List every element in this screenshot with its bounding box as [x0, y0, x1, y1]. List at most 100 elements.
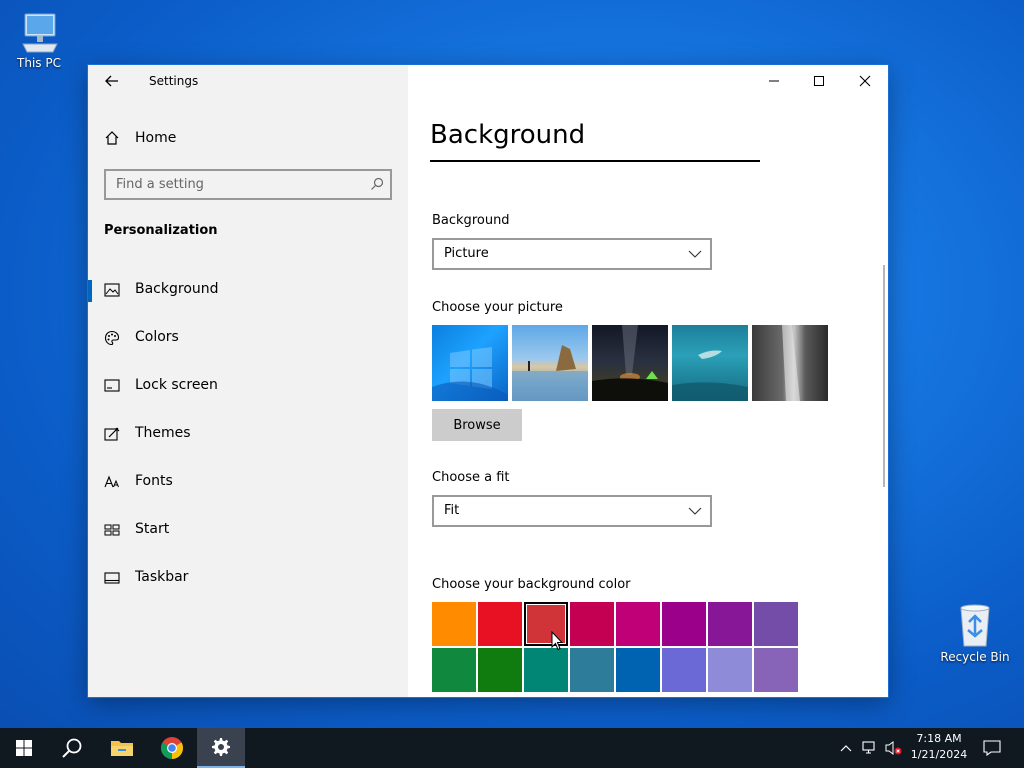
start-icon	[104, 524, 120, 536]
sidebar-item-label: Lock screen	[135, 377, 218, 393]
title-underline	[430, 160, 760, 162]
network-icon	[862, 741, 875, 754]
background-type-dropdown[interactable]: Picture	[432, 238, 712, 270]
color-swatch[interactable]	[478, 602, 522, 646]
back-arrow-icon	[105, 75, 118, 87]
picture-thumbnail[interactable]	[512, 325, 588, 401]
desktop: This PC Recycle Bin Settings Home Find a…	[0, 0, 1024, 728]
settings-sidebar: Settings Home Find a setting Personaliza…	[88, 65, 408, 697]
color-swatch[interactable]	[478, 648, 522, 692]
back-button[interactable]	[102, 71, 122, 91]
color-swatch[interactable]	[570, 602, 614, 646]
scrollbar[interactable]	[883, 265, 885, 487]
sidebar-item-start[interactable]: Start	[88, 510, 408, 550]
color-swatch[interactable]	[754, 648, 798, 692]
show-hidden-icons-button[interactable]	[836, 728, 856, 768]
palette-icon	[104, 330, 120, 346]
windows-logo-wallpaper	[432, 347, 508, 401]
sidebar-item-themes[interactable]: Themes	[88, 414, 408, 454]
close-icon	[859, 75, 871, 87]
sidebar-item-label: Fonts	[135, 473, 173, 489]
color-swatch[interactable]	[754, 602, 798, 646]
recycle-bin-icon	[960, 604, 990, 647]
this-pc-desktop-icon[interactable]: This PC	[3, 10, 75, 70]
windows-start-icon	[16, 740, 32, 756]
taskbar-search-button[interactable]	[48, 728, 96, 768]
this-pc-label: This PC	[17, 56, 61, 70]
active-indicator	[88, 280, 92, 302]
sidebar-item-label: Taskbar	[135, 569, 189, 585]
sidebar-item-label: Background	[135, 281, 219, 297]
mouse-cursor	[551, 631, 563, 651]
color-swatch[interactable]	[662, 602, 706, 646]
color-swatch[interactable]	[432, 602, 476, 646]
network-tray-button[interactable]	[860, 728, 880, 768]
underwater-wallpaper	[672, 350, 748, 401]
clock-time: 7:18 AM	[916, 732, 962, 745]
start-button[interactable]	[0, 728, 48, 768]
section-title: Personalization	[104, 223, 218, 238]
volume-tray-button[interactable]	[882, 728, 904, 768]
color-swatch[interactable]	[616, 602, 660, 646]
picture-icon	[104, 283, 120, 297]
chevron-down-icon	[688, 507, 702, 515]
picture-thumbnail[interactable]	[672, 325, 748, 401]
beach-rock-wallpaper	[512, 345, 588, 401]
picture-thumbnail[interactable]	[592, 325, 668, 401]
recycle-bin-desktop-icon[interactable]: Recycle Bin	[939, 602, 1011, 664]
search-input[interactable]: Find a setting	[104, 169, 392, 200]
notification-icon	[983, 740, 1001, 756]
picture-thumbnail[interactable]	[432, 325, 508, 401]
recycle-bin-label: Recycle Bin	[940, 650, 1010, 664]
night-sky-wallpaper	[592, 325, 668, 401]
sidebar-item-taskbar[interactable]: Taskbar	[88, 558, 408, 598]
sidebar-item-lock-screen[interactable]: Lock screen	[88, 366, 408, 406]
dropdown-value: Fit	[444, 503, 460, 518]
fit-dropdown[interactable]: Fit	[432, 495, 712, 527]
home-nav-item[interactable]: Home	[104, 128, 176, 148]
close-button[interactable]	[842, 65, 888, 97]
volume-muted-icon	[885, 741, 902, 755]
folder-icon	[111, 741, 133, 756]
sidebar-item-label: Colors	[135, 329, 179, 345]
sidebar-item-label: Themes	[135, 425, 191, 441]
chrome-icon	[161, 737, 183, 759]
color-swatch[interactable]	[570, 648, 614, 692]
sidebar-item-background[interactable]: Background	[88, 270, 408, 310]
taskbar-icon	[104, 572, 120, 584]
color-swatch[interactable]	[708, 648, 752, 692]
home-label: Home	[135, 130, 177, 146]
chrome-button[interactable]	[148, 728, 196, 768]
browse-button[interactable]: Browse	[432, 409, 522, 441]
home-icon	[105, 131, 119, 145]
maximize-icon	[814, 76, 824, 86]
themes-icon	[104, 427, 120, 441]
sidebar-item-fonts[interactable]: Fonts	[88, 462, 408, 502]
choose-picture-label: Choose your picture	[432, 300, 563, 315]
chevron-down-icon	[688, 250, 702, 258]
waterfall-rock-wallpaper	[782, 325, 800, 401]
color-swatch[interactable]	[432, 648, 476, 692]
settings-window: Settings Home Find a setting Personaliza…	[88, 65, 888, 697]
minimize-button[interactable]	[751, 65, 797, 97]
maximize-button[interactable]	[796, 65, 842, 97]
lock-screen-icon	[104, 379, 120, 392]
color-swatch[interactable]	[708, 602, 752, 646]
color-swatch[interactable]	[616, 648, 660, 692]
file-explorer-button[interactable]	[98, 728, 146, 768]
minimize-icon	[769, 80, 779, 82]
computer-icon	[22, 13, 58, 53]
color-swatch[interactable]	[524, 648, 568, 692]
settings-taskbar-button[interactable]	[197, 728, 245, 768]
page-title: Background	[430, 120, 586, 150]
taskbar: 7:18 AM 1/21/2024	[0, 728, 1024, 768]
gear-icon	[212, 738, 230, 756]
background-label: Background	[432, 213, 510, 228]
clock[interactable]: 7:18 AM 1/21/2024	[905, 731, 973, 763]
search-icon	[371, 177, 384, 190]
color-swatch[interactable]	[662, 648, 706, 692]
fonts-icon	[104, 475, 119, 488]
picture-thumbnail[interactable]	[752, 325, 828, 401]
sidebar-item-colors[interactable]: Colors	[88, 318, 408, 358]
action-center-button[interactable]	[978, 728, 1006, 768]
